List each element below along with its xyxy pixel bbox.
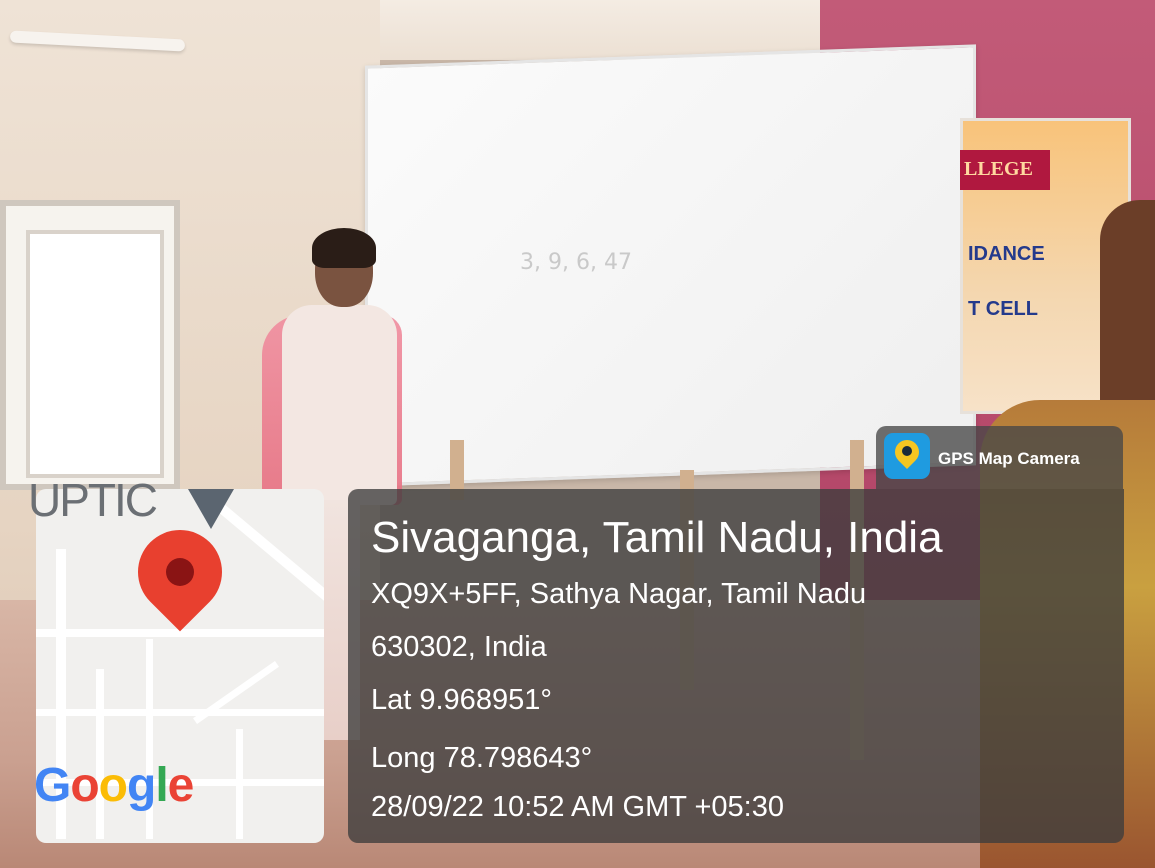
person-hair (312, 228, 376, 268)
person-body (282, 305, 397, 505)
google-logo-letter: e (167, 759, 195, 812)
google-logo-letter: o (98, 759, 128, 812)
map-road (211, 498, 324, 610)
board-writing: 3, 9, 6, 47 (520, 250, 632, 275)
address-line-2: 630302, India (371, 631, 547, 663)
window-pane (26, 230, 164, 478)
longitude: Long 78.798643° (371, 742, 593, 774)
google-logo: Google (34, 758, 195, 813)
location-title: Sivaganga, Tamil Nadu, India (371, 513, 943, 562)
map-road (96, 669, 104, 839)
google-logo-letter: o (70, 759, 99, 812)
google-logo-letter: g (127, 759, 156, 812)
map-street-label: UPTIC (28, 474, 158, 526)
whiteboard (365, 44, 976, 487)
app-badge-label: GPS Map Camera (938, 449, 1080, 468)
timestamp: 28/09/22 10:52 AM GMT +05:30 (371, 791, 784, 823)
map-road (236, 729, 243, 839)
banner-text-line1: IDANCE (968, 243, 1045, 265)
gps-camera-icon-lens (902, 446, 912, 456)
location-pin-dot (166, 558, 194, 586)
banner-text-line2: T CELL (968, 298, 1038, 320)
address-line-1: XQ9X+5FF, Sathya Nagar, Tamil Nadu (371, 578, 867, 610)
banner-logo-text: LLEGE (964, 158, 1033, 180)
google-logo-letter: l (155, 759, 168, 812)
latitude: Lat 9.968951° (371, 684, 552, 716)
google-logo-letter: G (34, 759, 71, 812)
map-road (36, 709, 324, 716)
